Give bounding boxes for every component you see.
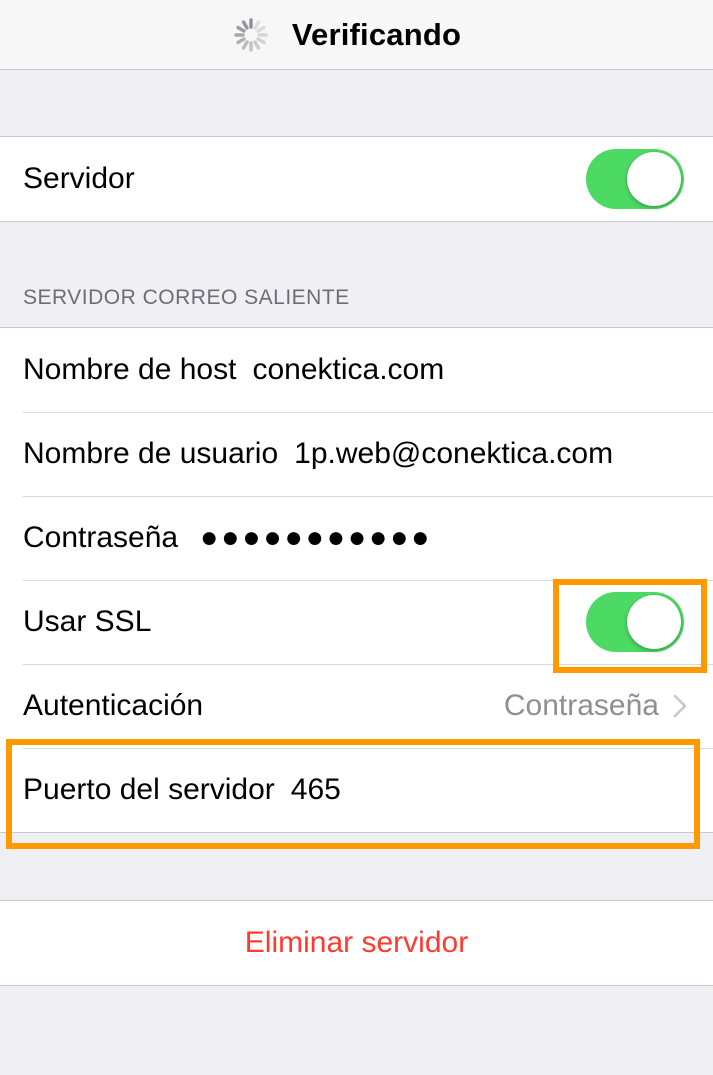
username-label: Nombre de usuario xyxy=(23,437,279,470)
authentication-value: Contraseña xyxy=(503,689,659,722)
hostname-label: Nombre de host xyxy=(23,353,237,386)
hostname-field[interactable]: conektica.com xyxy=(252,353,444,387)
username-row[interactable]: Nombre de usuario 1p.web@conektica.com xyxy=(0,412,713,496)
delete-server-button[interactable]: Eliminar servidor xyxy=(0,901,713,985)
server-port-field[interactable]: 465 xyxy=(291,773,341,807)
password-field[interactable]: ●●●●●●●●●●● xyxy=(200,521,432,555)
page-title: Verificando xyxy=(291,16,462,52)
activity-spinner-icon xyxy=(232,16,270,54)
password-row[interactable]: Contraseña ●●●●●●●●●●● xyxy=(0,496,713,580)
navigation-bar: Verificando xyxy=(0,0,713,70)
hostname-row[interactable]: Nombre de host conektica.com xyxy=(0,328,713,412)
ssl-toggle[interactable] xyxy=(586,592,684,652)
authentication-label: Autenticación xyxy=(23,689,204,722)
delete-server-group: Eliminar servidor xyxy=(0,900,713,986)
server-enabled-toggle[interactable] xyxy=(586,149,684,209)
outgoing-server-group: Nombre de host conektica.com Nombre de u… xyxy=(0,327,713,833)
toggle-knob xyxy=(627,595,681,649)
authentication-detail: Contraseña xyxy=(504,689,687,723)
server-enabled-row: Servidor xyxy=(0,137,713,221)
password-label: Contraseña xyxy=(23,521,179,554)
ssl-label: Usar SSL xyxy=(23,605,152,638)
username-field[interactable]: 1p.web@conektica.com xyxy=(294,437,613,471)
ssl-row: Usar SSL xyxy=(0,580,713,664)
authentication-row[interactable]: Autenticación Contraseña xyxy=(0,664,713,748)
server-port-row[interactable]: Puerto del servidor 465 xyxy=(0,748,713,832)
chevron-right-icon xyxy=(673,694,687,718)
server-enabled-group: Servidor xyxy=(0,136,713,222)
section-header-outgoing: SERVIDOR CORREO SALIENTE xyxy=(23,286,350,309)
server-enabled-label: Servidor xyxy=(23,162,135,195)
toggle-knob xyxy=(627,152,681,206)
server-port-label: Puerto del servidor xyxy=(23,773,275,806)
